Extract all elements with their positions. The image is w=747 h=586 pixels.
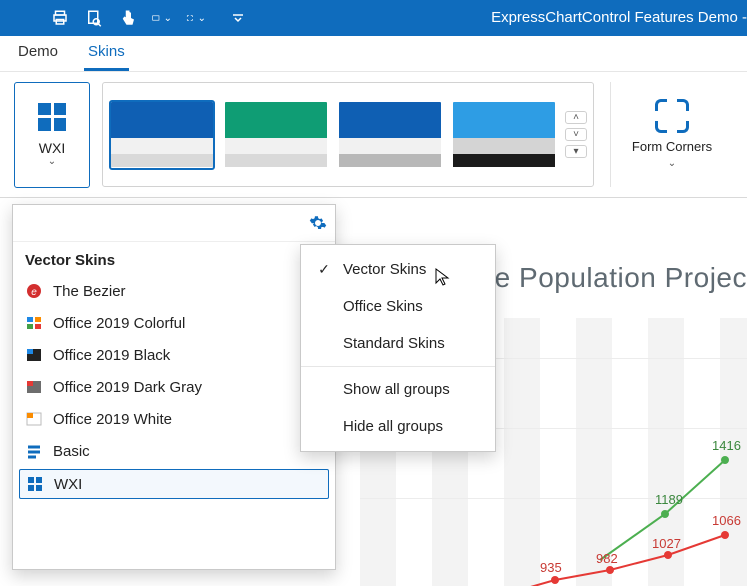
- crop-icon[interactable]: ⌄: [186, 8, 206, 28]
- wxi-icon: [26, 475, 44, 493]
- submenu-item-label: Hide all groups: [343, 418, 443, 435]
- submenu-separator: [301, 366, 495, 367]
- form-corners-icon: [655, 99, 689, 133]
- gallery-scroll-up[interactable]: ˄: [565, 111, 587, 124]
- ribbon-tabs: Demo Skins: [0, 36, 747, 72]
- skin-filter-submenu: ✓ Vector Skins Office Skins Standard Ski…: [300, 244, 496, 452]
- svg-text:e: e: [31, 287, 37, 298]
- window-title: ExpressChartControl Features Demo -: [491, 0, 747, 36]
- chart-point-label: 982: [596, 551, 618, 566]
- chart-point-label: 1027: [652, 536, 681, 551]
- chart-point-label: 935: [540, 560, 562, 575]
- gear-icon[interactable]: [309, 214, 327, 232]
- ribbon-separator: [610, 82, 611, 187]
- chart-point: [551, 576, 559, 584]
- skin-item-label: Basic: [53, 443, 90, 460]
- ribbon-body: WXI⌄ ˄ ˅ ▾ Form Corners ⌄: [0, 72, 747, 198]
- submenu-item-show-all[interactable]: Show all groups: [301, 371, 495, 408]
- chevron-down-icon: ⌄: [164, 13, 172, 24]
- form-corners-button[interactable]: Form Corners ⌄: [627, 82, 717, 187]
- tab-demo[interactable]: Demo: [14, 35, 62, 71]
- submenu-item-label: Office Skins: [343, 298, 423, 315]
- overflow-icon[interactable]: [228, 8, 248, 28]
- chevron-down-icon: ⌄: [668, 158, 676, 169]
- submenu-item-vector-skins[interactable]: ✓ Vector Skins: [301, 251, 495, 288]
- chevron-down-icon: ⌄: [198, 13, 206, 24]
- chart-point-label: 1189: [655, 492, 683, 507]
- skin-item-label: Office 2019 White: [53, 411, 172, 428]
- office-icon: [25, 314, 43, 332]
- display-size-icon[interactable]: ⌄: [152, 8, 172, 28]
- print-preview-icon[interactable]: [84, 8, 104, 28]
- submenu-item-label: Show all groups: [343, 381, 450, 398]
- skin-item-label: The Bezier: [53, 283, 126, 300]
- skin-item-wxi[interactable]: WXI: [19, 469, 329, 499]
- skin-item-basic[interactable]: Basic: [13, 435, 335, 467]
- skin-item-label: WXI: [54, 476, 82, 493]
- skin-group-header: Vector Skins: [13, 242, 335, 275]
- skin-dropdown-button[interactable]: WXI⌄: [14, 82, 90, 188]
- chart-point: [721, 456, 729, 464]
- chart-point: [664, 551, 672, 559]
- chevron-down-icon: ⌄: [48, 156, 56, 167]
- skin-item-label: Office 2019 Colorful: [53, 315, 185, 332]
- skin-dropdown-label: WXI: [39, 141, 65, 156]
- chart-point-label: 1416: [712, 438, 741, 453]
- skin-search-input[interactable]: [21, 211, 309, 235]
- chart-title: e Population Projec: [495, 262, 747, 294]
- skin-item-label: Office 2019 Dark Gray: [53, 379, 202, 396]
- chart-point: [606, 566, 614, 574]
- bezier-icon: e: [25, 282, 43, 300]
- office-icon: [25, 378, 43, 396]
- palette-swatch[interactable]: [337, 100, 443, 170]
- skin-item-office-darkgray[interactable]: Office 2019 Dark Gray: [13, 371, 335, 403]
- office-icon: [25, 346, 43, 364]
- submenu-item-label: Standard Skins: [343, 335, 445, 352]
- submenu-item-hide-all[interactable]: Hide all groups: [301, 408, 495, 445]
- palette-swatch[interactable]: [223, 100, 329, 170]
- palette-gallery: ˄ ˅ ▾: [102, 82, 594, 187]
- skin-item-office-colorful[interactable]: Office 2019 Colorful: [13, 307, 335, 339]
- touch-mode-icon[interactable]: [118, 8, 138, 28]
- print-icon[interactable]: [50, 8, 70, 28]
- submenu-item-label: Vector Skins: [343, 261, 426, 278]
- skin-item-label: Office 2019 Black: [53, 347, 170, 364]
- submenu-item-office-skins[interactable]: Office Skins: [301, 288, 495, 325]
- tab-skins[interactable]: Skins: [84, 35, 129, 71]
- check-icon: ✓: [317, 261, 331, 278]
- gallery-expand[interactable]: ▾: [565, 145, 587, 158]
- skin-dropdown-popup: Vector Skins e The Bezier Office 2019 Co…: [12, 204, 336, 570]
- basic-icon: [25, 442, 43, 460]
- skin-item-office-black[interactable]: Office 2019 Black: [13, 339, 335, 371]
- chart-point-label: 1066: [712, 513, 741, 528]
- palette-swatch[interactable]: [109, 100, 215, 170]
- chart-point: [721, 531, 729, 539]
- submenu-item-standard-skins[interactable]: Standard Skins: [301, 325, 495, 362]
- office-icon: [25, 410, 43, 428]
- titlebar: ⌄ ⌄ ExpressChartControl Features Demo -: [0, 0, 747, 36]
- chart-point: [661, 510, 669, 518]
- skin-item-office-white[interactable]: Office 2019 White: [13, 403, 335, 435]
- gallery-scroll-down[interactable]: ˅: [565, 128, 587, 141]
- wxi-icon: [38, 103, 66, 131]
- skin-item-bezier[interactable]: e The Bezier: [13, 275, 335, 307]
- form-corners-label: Form Corners: [632, 139, 712, 154]
- palette-swatch[interactable]: [451, 100, 557, 170]
